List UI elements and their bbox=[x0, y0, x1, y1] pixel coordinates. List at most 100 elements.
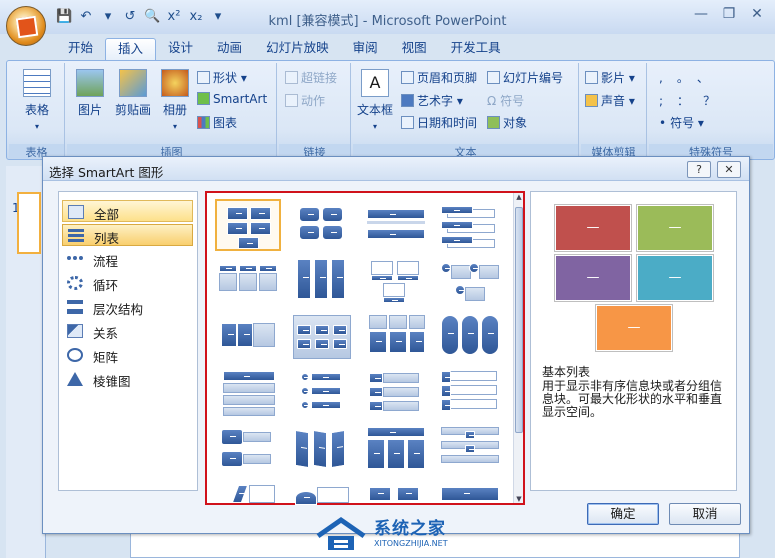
chart-button[interactable]: 图表 bbox=[197, 114, 237, 131]
category-relationship[interactable]: 关系 bbox=[62, 320, 193, 342]
scrollbar-thumb[interactable] bbox=[515, 207, 523, 433]
clipart-button[interactable]: 剪贴画 bbox=[111, 69, 155, 118]
clipart-icon bbox=[119, 69, 147, 97]
headerfooter-button[interactable]: 页眉和页脚 bbox=[401, 69, 477, 86]
special-symbol-button[interactable]: • 符号 ▾ bbox=[659, 114, 704, 131]
block-dash bbox=[320, 329, 327, 331]
tab-home[interactable]: 开始 bbox=[56, 38, 105, 60]
char-colon[interactable]: ： bbox=[677, 94, 703, 108]
tab-view[interactable]: 视图 bbox=[390, 38, 439, 60]
layout-stacked-list[interactable] bbox=[289, 255, 355, 307]
char-question[interactable]: ？ bbox=[703, 94, 729, 108]
album-button[interactable]: 相册 ▾ bbox=[157, 69, 193, 132]
layout-block-list[interactable] bbox=[363, 423, 429, 475]
dialog-close-button[interactable]: ✕ bbox=[717, 161, 741, 178]
shapes-button[interactable]: 形状 ▾ bbox=[197, 69, 247, 86]
office-logo-icon bbox=[15, 15, 39, 39]
category-list-item[interactable]: 列表 bbox=[62, 224, 193, 246]
textbox-icon: A bbox=[361, 69, 389, 97]
movie-button[interactable]: 影片 ▾ bbox=[585, 69, 635, 86]
layout-pie-process[interactable] bbox=[437, 255, 503, 307]
layout-rounded-list[interactable] bbox=[289, 199, 355, 251]
category-process[interactable]: 流程 bbox=[62, 248, 193, 270]
ribbon: 表格 ▾ 表格 图片 剪贴画 相册 ▾ 形状 ▾ SmartArt 图表 插图 超链… bbox=[6, 60, 775, 160]
block-dash bbox=[336, 277, 343, 279]
preview-layout-name: 基本列表 bbox=[542, 365, 591, 379]
restore-button[interactable]: ❐ bbox=[715, 2, 743, 26]
layout-arrow-list[interactable] bbox=[215, 423, 281, 475]
category-matrix[interactable]: 矩阵 bbox=[62, 344, 193, 366]
layout-vertical-box-list[interactable] bbox=[437, 199, 503, 251]
layout-descending-list[interactable] bbox=[437, 423, 503, 475]
char-period[interactable]: 。 bbox=[677, 71, 697, 85]
tab-review[interactable]: 审阅 bbox=[341, 38, 390, 60]
slide-thumbnail[interactable] bbox=[17, 192, 41, 254]
layout-horizontal-bullet-list[interactable] bbox=[215, 255, 281, 307]
scroll-down-icon[interactable]: ▼ bbox=[515, 495, 523, 503]
object-button[interactable]: 对象 bbox=[487, 114, 527, 131]
char-semicolon[interactable]: ; bbox=[659, 94, 677, 108]
table-button[interactable]: 表格 ▾ bbox=[15, 69, 59, 132]
tab-animations[interactable]: 动画 bbox=[205, 38, 254, 60]
sound-button[interactable]: 声音 ▾ bbox=[585, 92, 635, 109]
office-button[interactable] bbox=[6, 6, 46, 46]
picture-button[interactable]: 图片 bbox=[71, 69, 109, 118]
preview-shape-orange: — bbox=[596, 305, 672, 351]
symbol-button[interactable]: Ω 符号 bbox=[487, 92, 524, 109]
layout-vertical-circle-bullets[interactable] bbox=[289, 367, 355, 419]
action-button[interactable]: 动作 bbox=[285, 92, 325, 109]
category-cycle[interactable]: 循环 bbox=[62, 272, 193, 294]
omega-small-icon: • bbox=[659, 116, 667, 130]
layout-partial-2[interactable] bbox=[289, 479, 355, 505]
layout-hierarchy-list[interactable] bbox=[363, 311, 429, 363]
category-all[interactable]: 全部 bbox=[62, 200, 193, 222]
category-label: 循环 bbox=[93, 278, 119, 293]
block-dash bbox=[227, 333, 234, 335]
block-dash bbox=[378, 493, 384, 495]
datetime-button[interactable]: 日期和时间 bbox=[401, 114, 477, 131]
special-char-row-1[interactable]: ,。、 bbox=[659, 69, 723, 86]
layout-basic-list[interactable] bbox=[215, 199, 281, 251]
scroll-up-icon[interactable]: ▲ bbox=[515, 193, 523, 201]
layout-lined-list[interactable] bbox=[215, 367, 281, 419]
layout-vertical-bullet-list[interactable] bbox=[363, 199, 429, 251]
char-enum-comma[interactable]: 、 bbox=[697, 71, 723, 85]
wordart-button[interactable]: 艺术字 ▾ bbox=[401, 92, 463, 109]
tab-design[interactable]: 设计 bbox=[156, 38, 205, 60]
window-close-button[interactable]: ✕ bbox=[743, 2, 771, 26]
layout-chevron-list[interactable] bbox=[437, 367, 503, 419]
cycle-category-icon bbox=[67, 276, 83, 290]
textbox-button[interactable]: A 文本框 ▾ bbox=[355, 69, 395, 132]
block-dash bbox=[258, 227, 265, 229]
layout-grouped-list[interactable] bbox=[289, 311, 355, 363]
ok-button[interactable]: 确定 bbox=[587, 503, 659, 525]
layout-picture-caption-list[interactable] bbox=[363, 255, 429, 307]
special-char-row-2[interactable]: ;：？ bbox=[659, 92, 729, 109]
block-dash bbox=[230, 458, 236, 460]
tab-insert[interactable]: 插入 bbox=[105, 38, 157, 60]
layout-partial-4[interactable] bbox=[437, 479, 503, 503]
tab-developer[interactable]: 开发工具 bbox=[439, 38, 513, 60]
category-pyramid[interactable]: 棱锥图 bbox=[62, 368, 193, 390]
category-hierarchy[interactable]: 层次结构 bbox=[62, 296, 193, 318]
block-dash bbox=[406, 493, 412, 495]
smartart-button[interactable]: SmartArt bbox=[197, 92, 267, 106]
minimize-button[interactable]: — bbox=[687, 2, 715, 26]
dialog-title: 选择 SmartArt 图形 bbox=[49, 165, 164, 180]
layout-trapezoid-list[interactable] bbox=[289, 423, 355, 475]
slidenumber-button[interactable]: 幻灯片编号 bbox=[487, 69, 563, 86]
layout-partial-3[interactable] bbox=[363, 479, 429, 503]
char-comma[interactable]: , bbox=[659, 71, 677, 85]
all-category-icon bbox=[68, 205, 84, 219]
ribbon-tabs: 开始 插入 设计 动画 幻灯片放映 审阅 视图 开发工具 bbox=[56, 38, 513, 60]
layout-target-list[interactable] bbox=[363, 367, 429, 419]
help-button[interactable]: ? bbox=[687, 161, 711, 178]
layout-partial-1[interactable] bbox=[215, 479, 281, 503]
cancel-button[interactable]: 取消 bbox=[669, 503, 741, 525]
gallery-scrollbar[interactable]: ▲ ▼ bbox=[513, 193, 523, 503]
layout-table-list[interactable] bbox=[215, 311, 281, 363]
layout-vertical-circle-list[interactable] bbox=[437, 311, 503, 363]
tab-slideshow[interactable]: 幻灯片放映 bbox=[254, 38, 341, 60]
hyperlink-button[interactable]: 超链接 bbox=[285, 69, 337, 86]
category-label: 关系 bbox=[93, 326, 119, 341]
